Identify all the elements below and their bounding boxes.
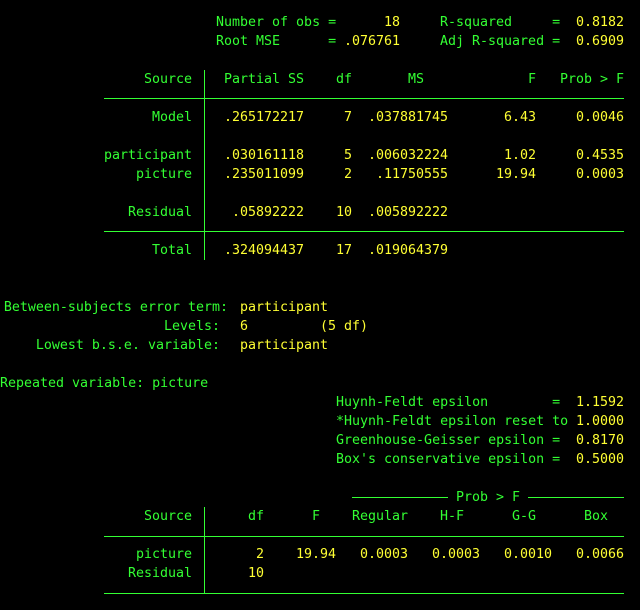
- levels-label: Levels:: [163, 319, 220, 334]
- anova-header-source: Source: [143, 72, 192, 87]
- row-source: picture: [135, 167, 192, 182]
- rootmse-value: .076761: [343, 34, 400, 49]
- row-ss: .05892222: [231, 205, 304, 220]
- prob-header-hf: H-F: [439, 509, 464, 524]
- prob-header-f: F: [311, 509, 320, 524]
- epsilon-label: Greenhouse-Geisser epsilon =: [336, 433, 561, 448]
- epsilon-label: Box's conservative epsilon =: [336, 452, 561, 467]
- row-f: 19.94: [495, 167, 536, 182]
- prob-column-divider: [204, 507, 205, 593]
- nobs-value: 18: [383, 15, 400, 30]
- anova-header-ss: Partial SS: [223, 72, 304, 87]
- rsquared-value: 0.8182: [575, 15, 624, 30]
- row-df: 5: [343, 148, 352, 163]
- row-df: 17: [335, 243, 352, 258]
- levels-value: 6: [240, 319, 249, 334]
- row-df: 10: [335, 205, 352, 220]
- row-source: Total: [151, 243, 192, 258]
- row-gg: 0.0010: [503, 547, 552, 562]
- rsquared-label: R-squared =: [440, 15, 561, 30]
- epsilon-value: 1.0000: [575, 414, 624, 429]
- anova-header-rule: [104, 98, 624, 99]
- row-df: 7: [343, 110, 352, 125]
- row-ss: .324094437: [223, 243, 304, 258]
- prob-header-rule: [104, 536, 624, 537]
- adj-rsquared-label: Adj R-squared =: [440, 34, 561, 49]
- row-ms: .037881745: [367, 110, 448, 125]
- row-ms: .019064379: [367, 243, 448, 258]
- row-df: 2: [255, 547, 264, 562]
- epsilon-label: Huynh-Feldt epsilon =: [336, 395, 561, 410]
- row-regular: 0.0003: [359, 547, 408, 562]
- row-df: 10: [247, 566, 264, 581]
- row-ms: .006032224: [367, 148, 448, 163]
- adj-rsquared-value: 0.6909: [575, 34, 624, 49]
- row-f: 6.43: [503, 110, 536, 125]
- nobs-label: Number of obs =: [216, 15, 337, 30]
- row-prob: 0.4535: [575, 148, 624, 163]
- epsilon-value: 0.8170: [575, 433, 624, 448]
- prob-group-label: Prob > F: [456, 490, 521, 505]
- prob-bottom-rule: [104, 593, 624, 594]
- prob-header-source: Source: [143, 509, 192, 524]
- anova-header-ms: MS: [407, 72, 424, 87]
- repeated-variable-label: Repeated variable: picture: [0, 376, 209, 391]
- row-source: participant: [103, 148, 192, 163]
- lowest-bse-value: participant: [240, 338, 329, 353]
- error-term-value: participant: [240, 300, 329, 315]
- levels-df: (5 df): [320, 319, 369, 334]
- prob-header-box: Box: [583, 509, 608, 524]
- row-ms: .11750555: [375, 167, 448, 182]
- row-source: Residual: [127, 205, 192, 220]
- prob-header-regular: Regular: [351, 509, 408, 524]
- epsilon-label: *Huynh-Feldt epsilon reset to: [336, 414, 569, 429]
- prob-header-gg: G-G: [511, 509, 536, 524]
- row-ss: .265172217: [223, 110, 304, 125]
- group-rule-left: [352, 497, 448, 498]
- row-box: 0.0066: [575, 547, 624, 562]
- row-df: 2: [343, 167, 352, 182]
- anova-header-df: df: [335, 72, 352, 87]
- error-term-label: Between-subjects error term:: [3, 300, 228, 315]
- rootmse-label: Root MSE =: [216, 34, 337, 49]
- group-rule-right: [528, 497, 624, 498]
- row-ss: .235011099: [223, 167, 304, 182]
- row-source: Residual: [127, 566, 192, 581]
- prob-header-df: df: [247, 509, 264, 524]
- row-f: 19.94: [295, 547, 336, 562]
- epsilon-value: 0.5000: [575, 452, 624, 467]
- row-f: 1.02: [503, 148, 536, 163]
- row-hf: 0.0003: [431, 547, 480, 562]
- anova-total-rule: [104, 231, 624, 232]
- row-ms: .005892222: [367, 205, 448, 220]
- row-prob: 0.0046: [575, 110, 624, 125]
- lowest-bse-label: Lowest b.s.e. variable:: [35, 338, 220, 353]
- epsilon-value: 1.1592: [575, 395, 624, 410]
- row-prob: 0.0003: [575, 167, 624, 182]
- row-source: picture: [135, 547, 192, 562]
- row-source: Model: [151, 110, 192, 125]
- anova-header-f: F: [527, 72, 536, 87]
- anova-header-prob: Prob > F: [559, 72, 624, 87]
- row-ss: .030161118: [223, 148, 304, 163]
